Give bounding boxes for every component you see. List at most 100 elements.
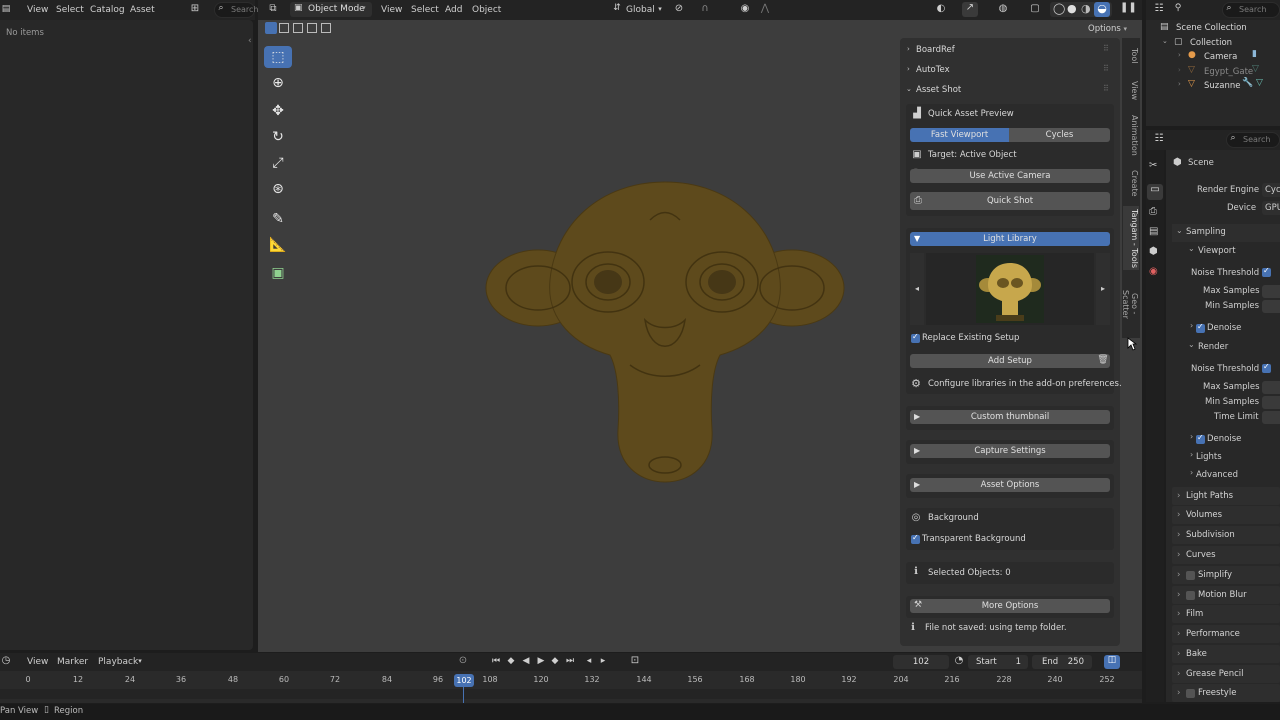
more-options-button[interactable]: More Options — [910, 599, 1110, 613]
gizmo-icon[interactable]: ↗ — [962, 2, 978, 17]
rotate-tool-icon[interactable]: ↻ — [264, 126, 292, 148]
playhead-line[interactable] — [463, 685, 464, 703]
render-engine-dropdown[interactable]: Cyc — [1262, 183, 1280, 197]
editor-type-icon[interactable]: ▤ — [0, 4, 12, 14]
trash-icon[interactable]: 🗑 — [1097, 355, 1109, 365]
lights-subheader[interactable]: › Lights — [1184, 449, 1280, 465]
section-film[interactable]: Film — [1172, 605, 1280, 623]
snap-icon[interactable]: ∩ — [698, 3, 712, 14]
jump-end-icon[interactable]: ⏭ — [564, 656, 576, 666]
play-icon[interactable]: ▶ — [535, 656, 547, 666]
select-intersect-icon[interactable] — [321, 23, 331, 33]
panel-boardref[interactable]: › BoardRef ⠿ — [901, 42, 1119, 58]
timeline-editor-icon[interactable]: ◷ — [0, 655, 12, 666]
next-frame-icon[interactable]: ▸ — [597, 656, 609, 666]
annotate-tool-icon[interactable]: ✎ — [264, 208, 292, 230]
move-tool-icon[interactable]: ✥ — [264, 100, 292, 122]
section-bake[interactable]: Bake — [1172, 645, 1280, 663]
chevron-right-icon[interactable]: › — [1178, 80, 1181, 88]
tab-geo-scatter[interactable]: Geo - Scatter — [1121, 278, 1139, 330]
visibility-icon[interactable]: ◐ — [934, 3, 948, 14]
select-box-tool-icon[interactable]: ⬚ — [264, 46, 292, 68]
advanced-subheader[interactable]: › Advanced — [1184, 467, 1280, 483]
outliner-editor-icon[interactable]: ☷ — [1152, 3, 1166, 14]
asset-menu-catalog[interactable]: Catalog — [90, 0, 125, 20]
start-frame-field[interactable]: Start 1 — [968, 655, 1028, 669]
asset-menu-select[interactable]: Select — [56, 0, 84, 20]
custom-thumbnail-button[interactable]: Custom thumbnail — [910, 410, 1110, 424]
measure-tool-icon[interactable]: 📐 — [264, 234, 292, 256]
drag-handle-icon[interactable]: ⠿ — [1103, 44, 1109, 53]
library-prev-arrow[interactable]: ◂ — [910, 253, 924, 325]
asset-options-button[interactable]: Asset Options — [910, 478, 1110, 492]
device-dropdown[interactable]: GPU — [1262, 201, 1280, 215]
select-extend-icon[interactable] — [279, 23, 289, 33]
section-volumes[interactable]: Volumes — [1172, 506, 1280, 524]
tab-animation[interactable]: Animation — [1123, 112, 1139, 158]
solid-shading-icon[interactable]: ● — [1067, 2, 1077, 15]
options-dropdown[interactable]: Options ▾ — [1088, 22, 1136, 36]
viewport-noise-threshold-checkbox[interactable] — [1262, 266, 1271, 277]
section-light-paths[interactable]: Light Paths — [1172, 487, 1280, 505]
chevron-down-icon[interactable]: ⌄ — [1162, 37, 1168, 45]
sidebar-collapse-arrow[interactable]: ‹ — [248, 36, 252, 46]
output-tab-icon[interactable]: ⎙ — [1149, 206, 1157, 217]
outliner-collection[interactable]: ⌄ ▢ Collection — [1156, 37, 1280, 50]
viewport-menu-view[interactable]: View — [381, 0, 402, 20]
jump-start-icon[interactable]: ⏮ — [490, 656, 502, 666]
keying-set-icon[interactable]: ⊡ — [628, 655, 642, 666]
render-denoise-checkbox[interactable] — [1196, 433, 1205, 444]
select-new-icon[interactable] — [265, 22, 277, 34]
viewport-menu-add[interactable]: Add — [445, 0, 462, 20]
timeline-menu-marker[interactable]: Marker — [57, 653, 88, 671]
render-min-samples-field[interactable] — [1262, 396, 1280, 409]
fast-viewport-button[interactable]: Fast Viewport — [910, 128, 1009, 142]
chevron-right-icon[interactable]: › — [1178, 66, 1181, 74]
add-cube-tool-icon[interactable]: ▣ — [264, 262, 292, 284]
material-shading-icon[interactable]: ◑ — [1081, 2, 1091, 15]
panel-autotex[interactable]: › AutoTex ⠿ — [901, 62, 1119, 78]
wireframe-shading-icon[interactable]: ◯ — [1053, 2, 1065, 15]
tool-tab-icon[interactable]: ✂ — [1149, 160, 1157, 171]
quick-shot-button[interactable]: Quick Shot — [910, 192, 1110, 210]
select-invert-icon[interactable] — [307, 23, 317, 33]
render-noise-threshold-checkbox[interactable] — [1262, 362, 1271, 373]
drag-handle-icon[interactable]: ⠿ — [1103, 64, 1109, 73]
light-setup-thumbnail[interactable] — [976, 255, 1044, 323]
filter-icon[interactable]: ⚲ — [1172, 3, 1184, 13]
library-next-arrow[interactable]: ▸ — [1096, 253, 1110, 325]
timeline-menu-playback[interactable]: Playback — [98, 653, 138, 671]
xray-icon[interactable]: ▢ — [1028, 3, 1042, 14]
asset-menu-view[interactable]: View — [27, 0, 48, 20]
freestyle-checkbox[interactable] — [1186, 689, 1195, 698]
overlay-icon[interactable]: ◍ — [996, 3, 1010, 14]
transparent-bg-checkbox[interactable] — [911, 533, 920, 544]
section-performance[interactable]: Performance — [1172, 625, 1280, 643]
auto-keying-icon[interactable]: ⊙ — [456, 655, 470, 666]
section-freestyle[interactable]: Freestyle — [1172, 684, 1280, 702]
play-reverse-icon[interactable]: ◀ — [520, 656, 532, 666]
prev-frame-icon[interactable]: ◂ — [583, 656, 595, 666]
end-frame-field[interactable]: End 250 — [1032, 655, 1092, 669]
rendered-shading-icon[interactable]: ◒ — [1094, 2, 1110, 17]
cursor-tool-icon[interactable]: ⊕ — [264, 72, 292, 94]
panel-asset-shot-header[interactable]: ⌄ Asset Shot ⠿ — [901, 82, 1119, 98]
viewport-denoise-checkbox[interactable] — [1196, 322, 1205, 333]
viewport-menu-select[interactable]: Select — [411, 0, 439, 20]
chevron-right-icon[interactable]: › — [1178, 51, 1181, 59]
view-options-icon[interactable]: ◫ — [1104, 655, 1120, 669]
drag-handle-icon[interactable]: ⠿ — [1103, 84, 1109, 93]
playhead-marker[interactable]: 102 — [454, 674, 474, 687]
prev-keyframe-icon[interactable]: ◆ — [505, 656, 517, 666]
outliner-suzanne[interactable]: › ▽ Suzanne 🔧 ▽ — [1156, 78, 1280, 93]
section-simplify[interactable]: Simplify — [1172, 566, 1280, 584]
motion-blur-checkbox[interactable] — [1186, 591, 1195, 600]
display-mode-icon[interactable]: ⊞ — [187, 3, 203, 14]
timeline-menu-view[interactable]: View — [27, 653, 48, 671]
outliner-scene-collection[interactable]: ▤ Scene Collection — [1156, 22, 1280, 35]
section-grease-pencil[interactable]: Grease Pencil — [1172, 665, 1280, 683]
section-subdivision[interactable]: Subdivision — [1172, 526, 1280, 544]
light-library-toggle[interactable]: Light Library — [910, 232, 1110, 246]
transform-tool-icon[interactable]: ⊛ — [264, 178, 292, 200]
viewport-min-samples-field[interactable] — [1262, 300, 1280, 313]
